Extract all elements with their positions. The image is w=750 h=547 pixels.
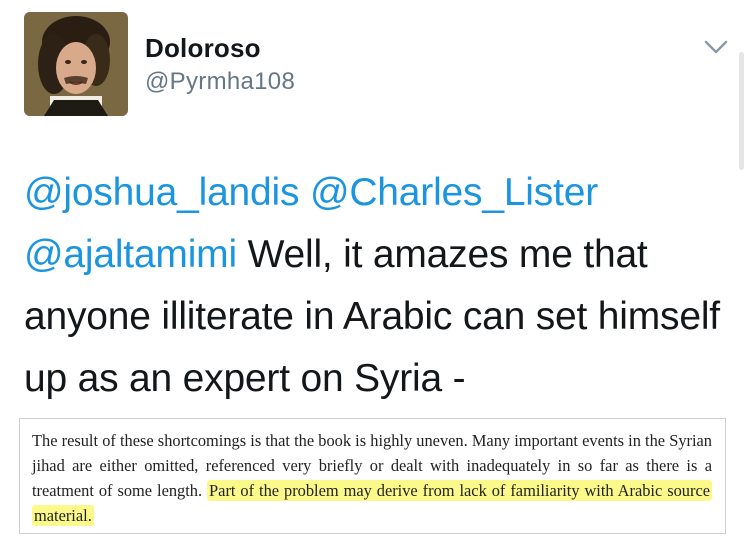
chevron-down-icon[interactable] bbox=[703, 38, 729, 56]
user-avatar[interactable] bbox=[24, 12, 128, 116]
mention-link[interactable]: @ajaltamimi bbox=[24, 233, 237, 276]
quoted-excerpt-image[interactable]: The result of these shortcomings is that… bbox=[19, 418, 726, 534]
display-name[interactable]: Doloroso bbox=[145, 33, 261, 64]
portrait-avatar-icon bbox=[24, 12, 128, 116]
mention-link[interactable]: @joshua_landis bbox=[24, 171, 300, 214]
tweet-text: @joshua_landis @Charles_Lister @ajaltami… bbox=[24, 162, 724, 410]
mention-link[interactable]: @Charles_Lister bbox=[310, 171, 598, 214]
scrollbar[interactable] bbox=[739, 52, 744, 170]
tweet-header: Doloroso @Pyrmha108 bbox=[0, 0, 750, 170]
excerpt-text: The result of these shortcomings is that… bbox=[32, 428, 712, 528]
user-handle[interactable]: @Pyrmha108 bbox=[145, 68, 295, 96]
